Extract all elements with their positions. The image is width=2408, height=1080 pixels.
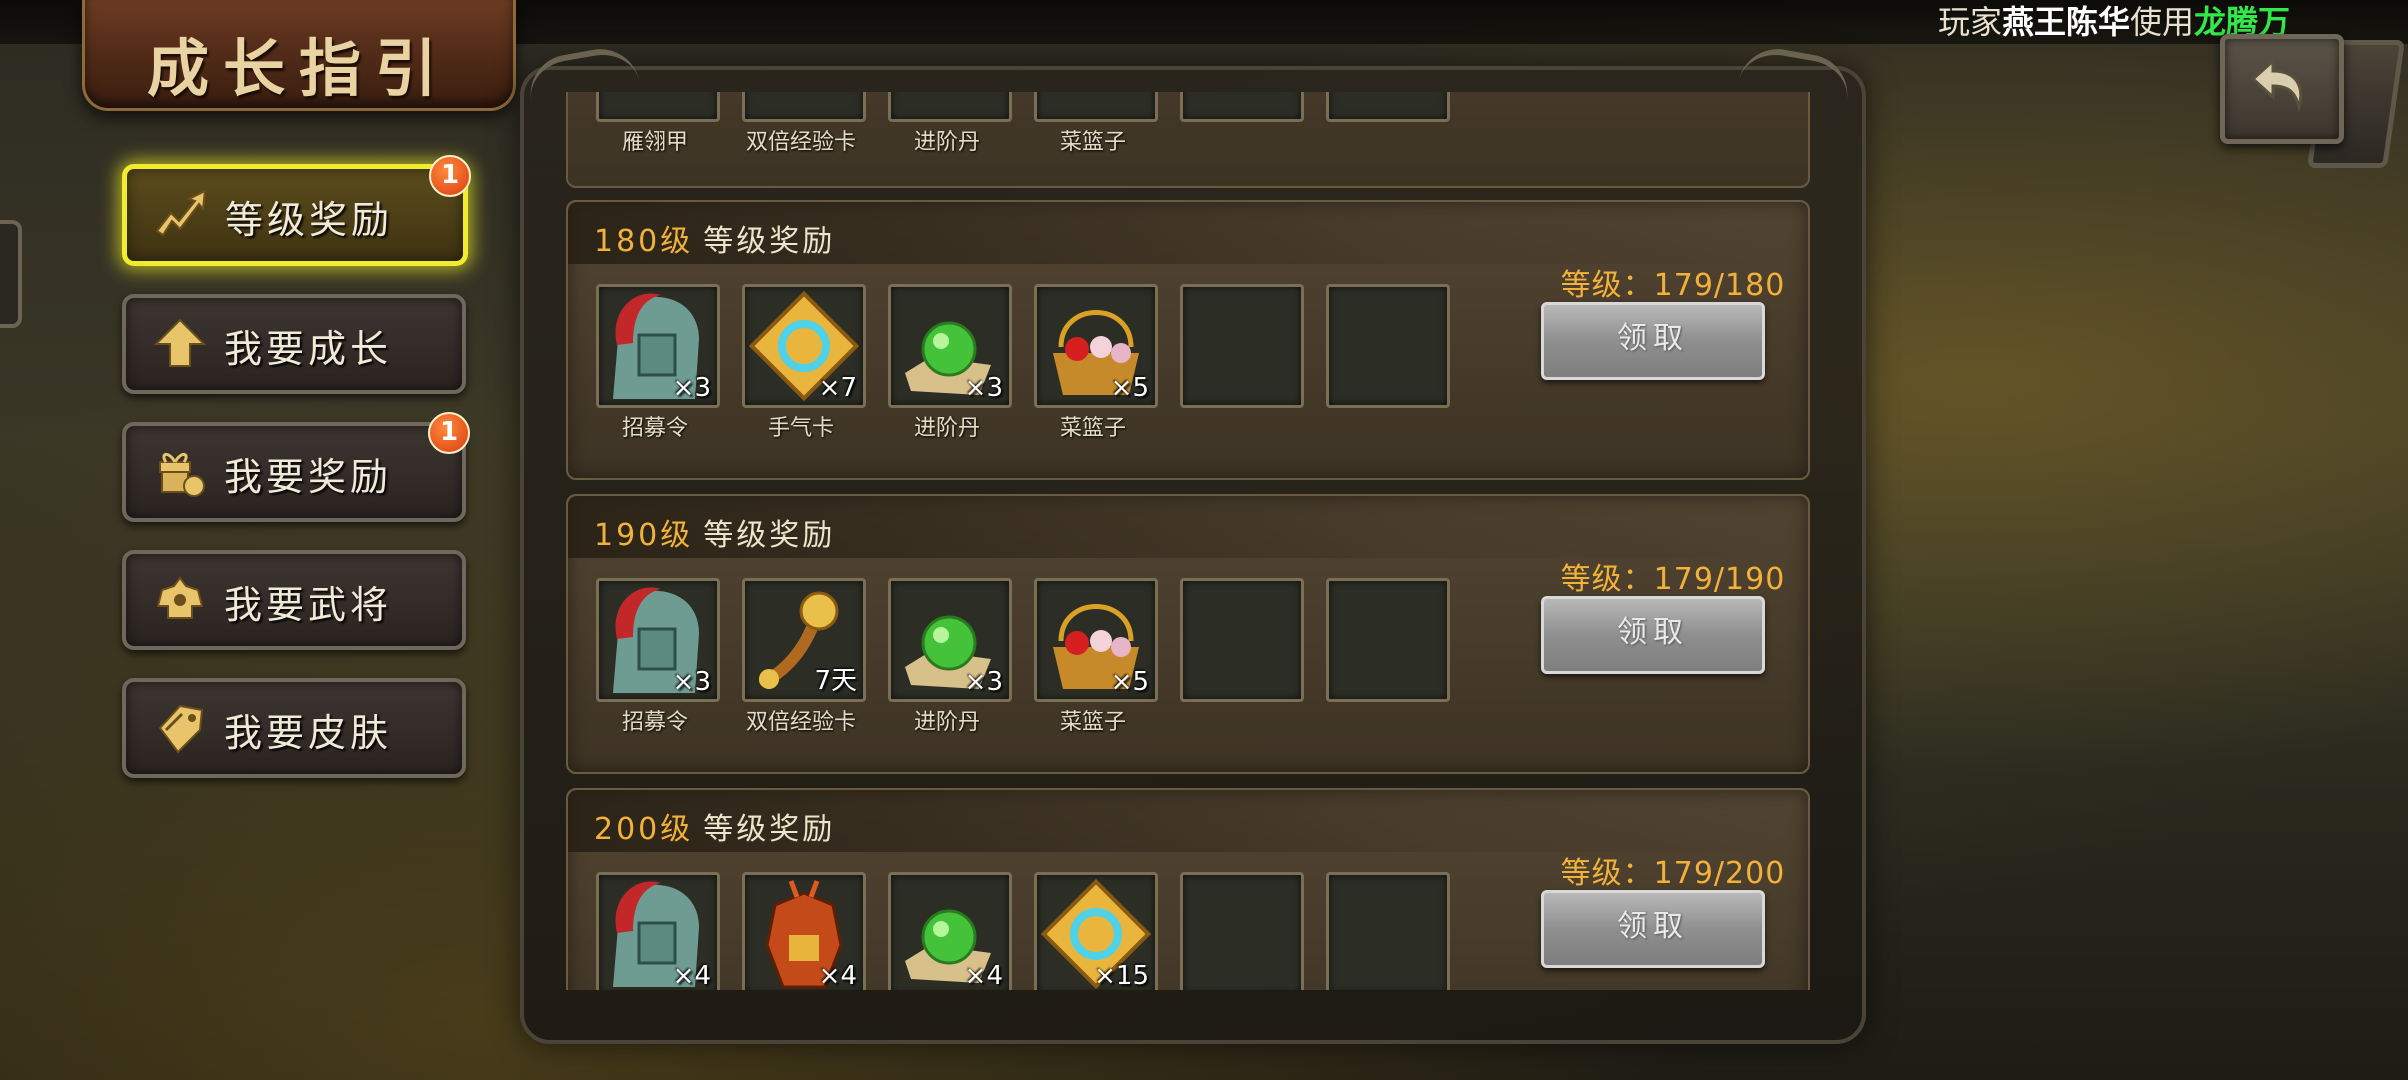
left-edge-tab[interactable] <box>0 220 22 328</box>
nav-item-grow[interactable]: 我要成长 <box>122 294 466 394</box>
reward-slot[interactable]: ×3 <box>596 578 720 702</box>
empty-slot <box>1326 578 1450 702</box>
reward-slot[interactable]: ×5 <box>1034 578 1158 702</box>
claim-button[interactable]: 领取 <box>1541 596 1765 674</box>
reward-slot[interactable]: ×3 <box>888 578 1012 702</box>
card-title-text: 等级奖励 <box>703 224 836 259</box>
item-quantity: ×5 <box>1110 667 1149 697</box>
reward-slot[interactable]: ×4 <box>596 872 720 990</box>
reward-slot[interactable]: ×7 <box>742 284 866 408</box>
item-quantity: ×5 <box>1110 373 1149 403</box>
reward-slot[interactable]: ×5 <box>1034 284 1158 408</box>
level-progress-label: 等级： <box>1560 856 1654 891</box>
reward-card-190: 190级 等级奖励 ×3 7天 ×3 ×5 招募令 双倍经验卡 进阶丹 菜篮子 … <box>566 494 1810 774</box>
return-arrow-icon <box>2250 57 2303 113</box>
level-progress: 等级：179/200 <box>1548 848 1798 892</box>
reward-card-200: 200级 等级奖励 ×4 ×4 ×4 ×15 等级：179/200 领取 <box>566 788 1810 990</box>
level-progress-value: 179/180 <box>1653 268 1786 303</box>
nav-item-level-rewards[interactable]: 等级奖励 1 <box>122 155 471 266</box>
up-arrow-icon <box>153 318 207 367</box>
card-level: 180级 <box>594 224 694 259</box>
nav-item-skins[interactable]: 我要皮肤 <box>122 678 466 778</box>
item-name: 菜篮子 <box>1059 710 1126 735</box>
card-level: 190级 <box>594 518 694 553</box>
general-helmet-icon <box>156 576 204 619</box>
item-quantity: ×4 <box>818 961 857 990</box>
reward-slot[interactable] <box>888 92 1012 122</box>
reward-slot[interactable]: ×4 <box>742 872 866 990</box>
item-name: 进阶丹 <box>913 416 980 441</box>
card-title: 180级 等级奖励 <box>594 216 835 260</box>
reward-card-previous: 雁翎甲 双倍经验卡 进阶丹 菜篮子 <box>566 92 1810 188</box>
notification-badge: 1 <box>428 412 470 454</box>
empty-slot <box>1180 92 1304 122</box>
empty-slot <box>1326 872 1450 990</box>
reward-slot[interactable]: ×4 <box>888 872 1012 990</box>
item-name: 手气卡 <box>767 416 834 441</box>
item-quantity: 7天 <box>814 666 857 696</box>
empty-slot <box>1180 284 1304 408</box>
card-level: 200级 <box>594 812 694 847</box>
empty-slot <box>1180 578 1304 702</box>
item-quantity: ×3 <box>964 667 1003 697</box>
reward-slot[interactable] <box>596 92 720 122</box>
reward-slot[interactable]: ×3 <box>888 284 1012 408</box>
item-name: 雁翎甲 <box>621 130 688 155</box>
claim-button[interactable]: 领取 <box>1541 890 1765 968</box>
item-quantity: ×7 <box>818 373 857 403</box>
item-name: 招募令 <box>621 710 688 735</box>
reward-slot[interactable] <box>742 92 866 122</box>
level-progress: 等级：179/190 <box>1548 554 1798 598</box>
item-name: 菜篮子 <box>1059 416 1126 441</box>
item-name: 进阶丹 <box>913 130 980 155</box>
level-up-arrow-icon <box>155 189 207 237</box>
item-quantity: ×3 <box>672 373 711 403</box>
claim-button[interactable]: 领取 <box>1541 302 1765 380</box>
empty-slot <box>1326 284 1450 408</box>
reward-slot[interactable]: ×15 <box>1034 872 1158 990</box>
card-title-text: 等级奖励 <box>703 812 836 847</box>
back-button[interactable] <box>2220 34 2344 144</box>
level-progress-label: 等级： <box>1560 562 1654 597</box>
empty-slot <box>1180 872 1304 990</box>
card-title: 190级 等级奖励 <box>594 510 835 554</box>
nav-label-rewards: 我要奖励 <box>224 455 393 499</box>
reward-slot[interactable]: ×3 <box>596 284 720 408</box>
reward-slot[interactable] <box>1034 92 1158 122</box>
item-quantity: ×3 <box>672 667 711 697</box>
page-title: 成长指引 <box>146 32 451 105</box>
item-name: 招募令 <box>621 416 688 441</box>
rewards-list[interactable]: 雁翎甲 双倍经验卡 进阶丹 菜篮子 180级 等级奖励 ×3 ×7 ×3 ×5 … <box>566 92 1810 990</box>
item-name: 进阶丹 <box>913 710 980 735</box>
nav-label-level-rewards: 等级奖励 <box>225 198 394 242</box>
level-progress-label: 等级： <box>1560 268 1654 303</box>
item-quantity: ×3 <box>964 373 1003 403</box>
nav-item-rewards[interactable]: 我要奖励 1 <box>122 412 470 522</box>
skin-tag-icon <box>158 704 204 754</box>
item-name: 菜篮子 <box>1059 130 1126 155</box>
title-plaque: 成长指引 <box>82 0 516 111</box>
item-quantity: ×4 <box>964 961 1003 990</box>
nav-item-generals[interactable]: 我要武将 <box>122 550 466 650</box>
notification-badge: 1 <box>429 155 471 197</box>
announcement-middle: 使用 <box>2130 3 2195 41</box>
announcement-prefix: 玩家 <box>1938 3 2003 41</box>
item-quantity: ×4 <box>672 961 711 990</box>
nav-label-generals: 我要武将 <box>224 583 393 627</box>
level-progress-value: 179/200 <box>1653 856 1786 891</box>
announcement-player: 燕王陈华 <box>2002 3 2131 41</box>
card-title-text: 等级奖励 <box>703 518 836 553</box>
nav-label-grow: 我要成长 <box>224 327 393 371</box>
item-quantity: ×15 <box>1094 961 1149 990</box>
reward-card-180: 180级 等级奖励 ×3 ×7 ×3 ×5 招募令 手气卡 进阶丹 菜篮子 等级… <box>566 200 1810 480</box>
nav-label-skins: 我要皮肤 <box>224 711 393 755</box>
level-progress-value: 179/190 <box>1653 562 1786 597</box>
empty-slot <box>1326 92 1450 122</box>
level-progress: 等级：179/180 <box>1548 260 1798 304</box>
reward-slot[interactable]: 7天 <box>742 578 866 702</box>
item-name: 双倍经验卡 <box>745 710 856 735</box>
item-name: 双倍经验卡 <box>745 130 856 155</box>
gift-icon <box>159 453 205 497</box>
card-title: 200级 等级奖励 <box>594 804 835 848</box>
